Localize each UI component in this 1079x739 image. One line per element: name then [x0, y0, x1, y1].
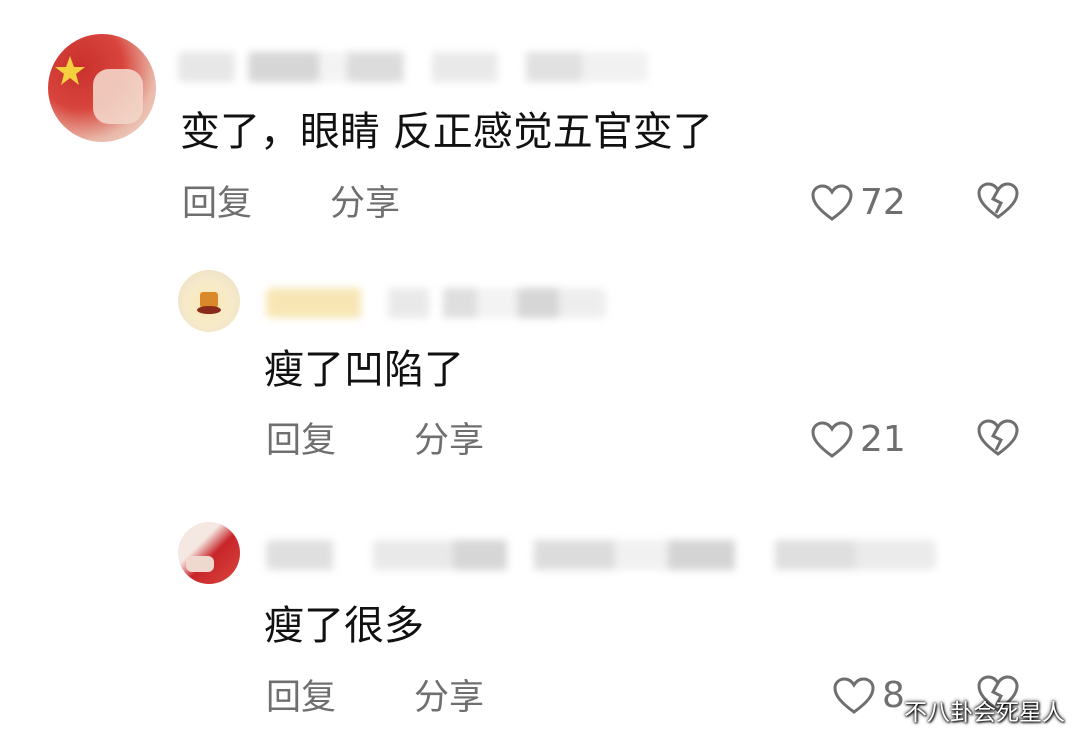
username-blurred[interactable] [266, 540, 936, 570]
reply-button[interactable]: 回复 [182, 182, 252, 226]
heart-icon [833, 677, 875, 714]
share-button[interactable]: 分享 [330, 182, 400, 226]
heart-icon [811, 184, 853, 221]
share-button[interactable]: 分享 [414, 676, 484, 720]
comment-item: 变了，眼睛 反正感觉五官变了 回复 分享 72 [0, 0, 1079, 240]
share-button[interactable]: 分享 [414, 419, 484, 463]
avatar[interactable] [178, 522, 240, 584]
comment-text: 瘦了很多 [264, 603, 424, 649]
avatar-image [186, 556, 214, 572]
dislike-button[interactable] [976, 418, 1020, 458]
broken-heart-icon [977, 419, 1019, 456]
username-blurred[interactable] [178, 52, 648, 82]
comment-text: 变了，眼睛 反正感觉五官变了 [180, 109, 713, 155]
dislike-button[interactable] [976, 181, 1020, 221]
username-blurred[interactable] [266, 288, 606, 318]
broken-heart-icon [977, 182, 1019, 219]
comment-text: 瘦了凹陷了 [264, 347, 464, 393]
avatar-image [197, 292, 221, 314]
heart-icon [811, 421, 853, 458]
like-count: 21 [860, 419, 906, 460]
like-button[interactable]: 21 [810, 418, 906, 462]
flag-star-icon [55, 56, 143, 124]
reply-button[interactable]: 回复 [266, 419, 336, 463]
like-button[interactable]: 8 [832, 674, 905, 718]
avatar[interactable] [48, 34, 156, 142]
like-button[interactable]: 72 [810, 181, 906, 225]
like-count: 72 [860, 182, 906, 223]
watermark: 不八卦会死星人 [904, 700, 1065, 726]
like-count: 8 [882, 675, 905, 716]
reply-button[interactable]: 回复 [266, 676, 336, 720]
avatar[interactable] [178, 270, 240, 332]
